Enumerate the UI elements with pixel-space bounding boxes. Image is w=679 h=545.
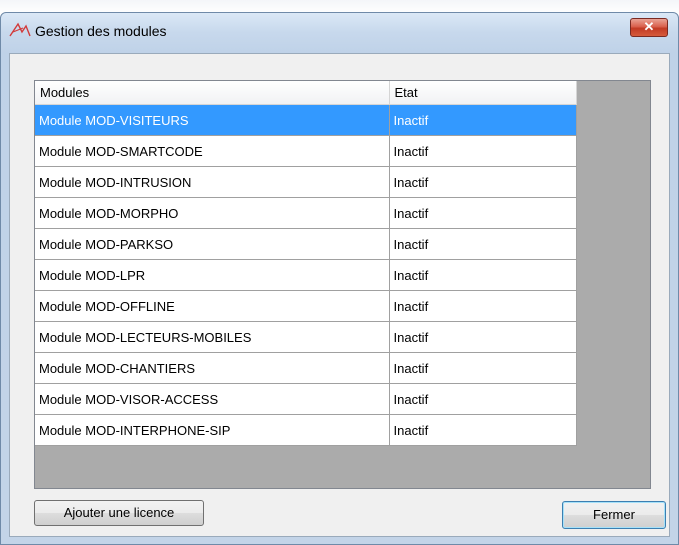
- module-name-cell[interactable]: Module MOD-CHANTIERS: [35, 352, 390, 384]
- module-name-cell[interactable]: Module MOD-INTERPHONE-SIP: [35, 414, 390, 446]
- module-name-cell[interactable]: Module MOD-SMARTCODE: [35, 135, 390, 167]
- module-state-cell[interactable]: Inactif: [389, 104, 577, 136]
- module-state-cell[interactable]: Inactif: [389, 228, 577, 260]
- add-license-button[interactable]: Ajouter une licence: [34, 500, 204, 526]
- module-state-cell[interactable]: Inactif: [389, 290, 577, 322]
- module-name-cell[interactable]: Module MOD-VISITEURS: [35, 104, 390, 136]
- module-state-cell[interactable]: Inactif: [389, 321, 577, 353]
- close-icon[interactable]: ✕: [630, 18, 668, 37]
- module-state-cell[interactable]: Inactif: [389, 383, 577, 415]
- table-row[interactable]: Module MOD-VISOR-ACCESS Inactif: [35, 383, 577, 415]
- table-row[interactable]: Module MOD-INTRUSION Inactif: [35, 166, 577, 198]
- table-row[interactable]: Module MOD-LECTEURS-MOBILES Inactif: [35, 321, 577, 353]
- module-state-cell[interactable]: Inactif: [389, 259, 577, 291]
- module-name-cell[interactable]: Module MOD-VISOR-ACCESS: [35, 383, 390, 415]
- app-logo-icon: [9, 22, 31, 37]
- module-name-cell[interactable]: Module MOD-LECTEURS-MOBILES: [35, 321, 390, 353]
- window-title: Gestion des modules: [35, 23, 167, 39]
- module-name-cell[interactable]: Module MOD-MORPHO: [35, 197, 390, 229]
- header-row: Modules Etat: [35, 81, 577, 105]
- module-state-cell[interactable]: Inactif: [389, 135, 577, 167]
- table-row[interactable]: Module MOD-CHANTIERS Inactif: [35, 352, 577, 384]
- module-name-cell[interactable]: Module MOD-OFFLINE: [35, 290, 390, 322]
- table-row[interactable]: Module MOD-VISITEURS Inactif: [35, 104, 577, 136]
- table-row[interactable]: Module MOD-MORPHO Inactif: [35, 197, 577, 229]
- modules-table: Modules Etat Module MOD-VISITEURS Inactif…: [35, 81, 577, 446]
- module-state-cell[interactable]: Inactif: [389, 166, 577, 198]
- dialog-content: Modules Etat Module MOD-VISITEURS Inactif…: [9, 53, 670, 537]
- dialog-window: Gestion des modules ✕ Modules Etat Modul…: [0, 12, 679, 545]
- table-row[interactable]: Module MOD-OFFLINE Inactif: [35, 290, 577, 322]
- modules-grid: Modules Etat Module MOD-VISITEURS Inactif…: [34, 80, 651, 489]
- module-name-cell[interactable]: Module MOD-LPR: [35, 259, 390, 291]
- column-header-modules[interactable]: Modules: [35, 81, 390, 105]
- module-name-cell[interactable]: Module MOD-INTRUSION: [35, 166, 390, 198]
- table-row[interactable]: Module MOD-PARKSO Inactif: [35, 228, 577, 260]
- module-state-cell[interactable]: Inactif: [389, 352, 577, 384]
- module-state-cell[interactable]: Inactif: [389, 197, 577, 229]
- title-bar[interactable]: Gestion des modules ✕: [1, 13, 678, 53]
- module-name-cell[interactable]: Module MOD-PARKSO: [35, 228, 390, 260]
- table-row[interactable]: Module MOD-LPR Inactif: [35, 259, 577, 291]
- column-header-etat[interactable]: Etat: [389, 81, 577, 105]
- table-row[interactable]: Module MOD-INTERPHONE-SIP Inactif: [35, 414, 577, 446]
- close-button[interactable]: Fermer: [562, 501, 666, 529]
- table-row[interactable]: Module MOD-SMARTCODE Inactif: [35, 135, 577, 167]
- module-state-cell[interactable]: Inactif: [389, 414, 577, 446]
